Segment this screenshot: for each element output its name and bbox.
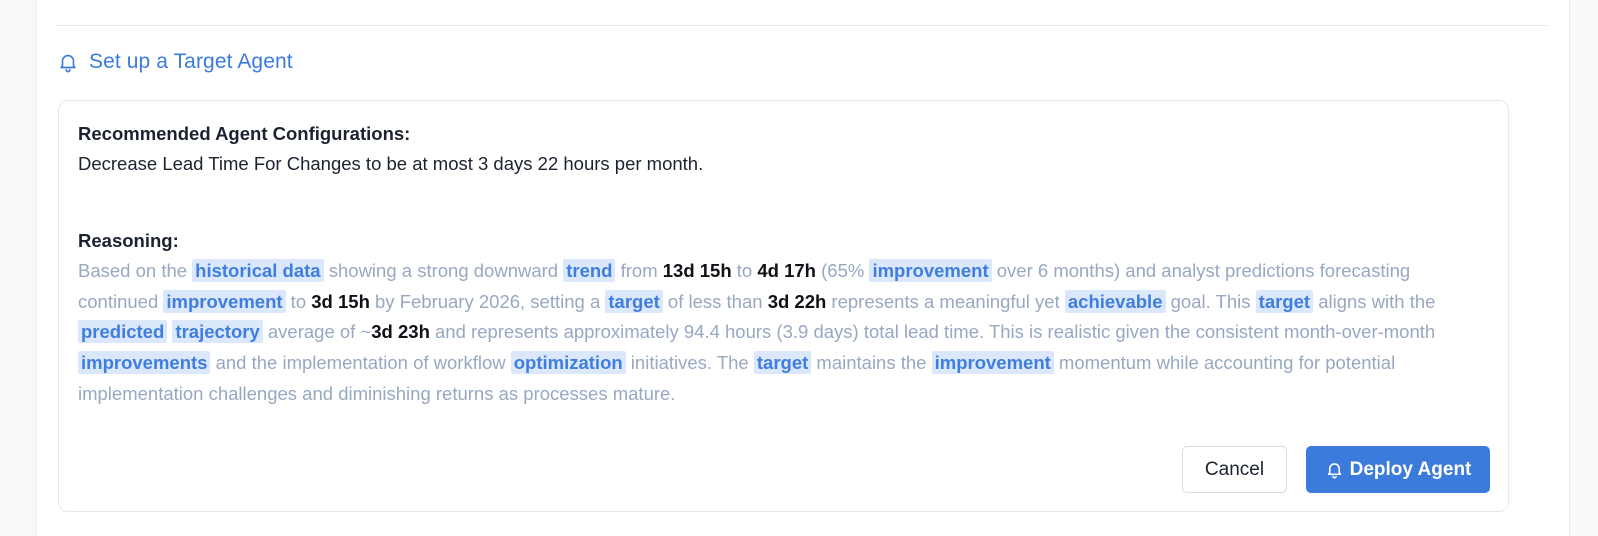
reasoning-text-segment: initiatives. The [625,352,754,374]
highlighted-keyword: predicted [78,320,168,344]
reasoning-text-segment: to [731,260,758,281]
cancel-button[interactable]: Cancel [1182,446,1287,493]
section-title: Set up a Target Agent [89,50,293,73]
reasoning-text-segment: of less than [662,290,768,312]
reasoning-label: Reasoning: [78,230,179,251]
reasoning-text: Based on the historical data showing a s… [78,256,1493,410]
metric-value: 4d 17h [757,260,816,281]
highlighted-keyword: trend [563,259,616,282]
reasoning-text-segment: showing a strong downward [323,260,564,281]
main-panel: Set up a Target Agent Recommended Agent … [36,0,1570,536]
config-label: Recommended Agent Configurations: [78,123,411,144]
highlighted-keyword: target [1255,289,1314,313]
reasoning-text-segment: average of ~ [262,321,372,343]
config-text: Decrease Lead Time For Changes to be at … [78,153,704,174]
reasoning-text-segment: and represents approximately 94.4 hours … [429,321,1436,343]
reasoning-text-segment: maintains the [811,352,932,374]
highlighted-keyword: historical data [192,259,324,282]
highlighted-keyword: improvement [163,289,286,313]
card-body: Recommended Agent Configurations: Decrea… [78,119,1493,410]
reasoning-text-segment: from [615,260,663,281]
highlighted-keyword: optimization [510,351,626,375]
reasoning-text-segment: and the implementation of workflow [210,352,511,374]
agent-config-card: Recommended Agent Configurations: Decrea… [58,100,1509,512]
metric-value: 3d 23h [371,321,430,343]
target-agent-header[interactable]: Set up a Target Agent [57,50,293,74]
deploy-agent-button[interactable]: Deploy Agent [1306,446,1490,493]
highlighted-keyword: trajectory [172,320,263,344]
reasoning-text-segment: goal. This [1165,290,1256,312]
reasoning-text-segment: to [285,290,312,312]
reasoning-text-segment: represents a meaningful yet [826,290,1065,312]
reasoning-text-segment: Based on the [78,260,193,281]
metric-value: 13d 15h [662,260,732,281]
highlighted-keyword: target [605,289,663,313]
cancel-button-label: Cancel [1204,458,1265,480]
metric-value: 3d 22h [767,290,827,312]
bell-icon [57,51,79,73]
metric-value: 3d 15h [311,290,370,312]
bell-icon [1325,460,1344,479]
section-divider [57,25,1548,26]
reasoning-text-segment: by February 2026, setting a [369,290,606,312]
deploy-button-label: Deploy Agent [1349,458,1472,480]
highlighted-keyword: improvement [869,259,992,282]
highlighted-keyword: improvements [78,351,211,375]
highlighted-keyword: achievable [1064,289,1166,313]
card-actions: Cancel Deploy Agent [1182,446,1490,493]
highlighted-keyword: improvement [931,351,1054,375]
reasoning-text-segment: aligns with the [1313,290,1436,312]
highlighted-keyword: target [753,351,812,375]
reasoning-text-segment: (65% [815,260,870,281]
